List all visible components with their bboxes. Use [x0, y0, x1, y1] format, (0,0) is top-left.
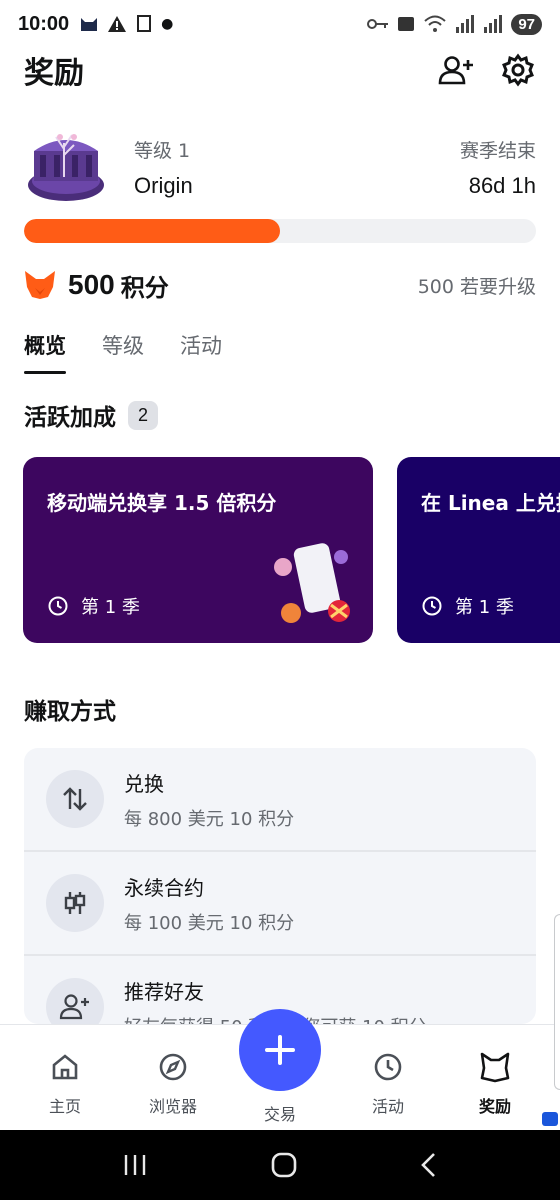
signal-icon [456, 15, 475, 33]
trade-button[interactable] [239, 1009, 321, 1091]
active-boosts-title: 活跃加成 [24, 405, 116, 431]
earn-item-icon [46, 770, 104, 828]
earn-item-desc: 每 800 美元 10 积分 [124, 808, 295, 830]
boost-card-title: 移动端兑换享 1.5 倍积分 [47, 491, 277, 515]
dot-icon: ● [161, 16, 174, 32]
compass-icon [159, 1053, 187, 1081]
level-artwork [28, 134, 104, 201]
add-user-icon [438, 56, 473, 85]
nav-rewards[interactable]: 奖励 [450, 1051, 540, 1117]
earn-item-icon [46, 874, 104, 932]
swap-icon [63, 787, 87, 811]
earn-item-title: 推荐好友 [124, 979, 204, 1004]
boost-card-season-label: 第 1 季 [81, 597, 140, 618]
add-friend-button[interactable] [438, 52, 474, 88]
points-unit: 积分 [120, 273, 169, 302]
earn-item-title: 兑换 [124, 771, 164, 796]
fox-icon [25, 271, 55, 299]
warning-icon [108, 16, 127, 32]
tab-levels[interactable]: 等级 [102, 330, 144, 374]
nav-browser-label: 浏览器 [148, 1097, 197, 1116]
ways-to-earn-title: 赚取方式 [24, 699, 116, 725]
status-time: 10:00 [18, 12, 70, 35]
level-name: Origin [134, 172, 193, 198]
candlestick-icon [64, 892, 86, 914]
key-icon [367, 19, 389, 29]
tab-overview[interactable]: 概览 [24, 330, 66, 374]
earn-item-desc: 每 100 美元 10 积分 [124, 912, 295, 934]
nav-activity-label: 活动 [371, 1097, 404, 1116]
boost-card-season: 第 1 季 [47, 593, 140, 619]
home-button-icon[interactable] [271, 1152, 297, 1178]
boost-card-season: 第 1 季 [421, 593, 514, 619]
active-boosts-count: 2 [128, 400, 159, 430]
gear-icon [502, 53, 534, 87]
clock-icon [422, 596, 442, 616]
settings-button[interactable] [500, 52, 536, 88]
nav-activity[interactable]: 活动 [343, 1051, 433, 1117]
edge-panel-handle[interactable] [554, 914, 560, 1090]
boost-card-title: 在 Linea 上兑换 [421, 491, 560, 515]
level-progress-bar [24, 219, 536, 243]
wifi-icon [424, 15, 446, 32]
page-header: 奖励 [0, 40, 560, 100]
earn-item-icon [46, 978, 104, 1024]
plus-icon [265, 1035, 295, 1065]
points-row: 500 积分 500 若要升级 [24, 262, 536, 308]
screenshot-icon [137, 15, 152, 32]
phone-gift-illustration [274, 543, 350, 623]
level-label: 等级 1 [134, 139, 191, 162]
season-remaining: 86d 1h [468, 172, 536, 198]
boost-card-season-label: 第 1 季 [455, 597, 514, 618]
fox-outline-icon [480, 1052, 510, 1083]
boost-card[interactable]: 移动端兑换享 1.5 倍积分 第 1 季 [23, 457, 373, 643]
season-end-label: 赛季结束 [459, 139, 536, 162]
upload-box-icon [398, 17, 415, 31]
page-title: 奖励 [24, 56, 84, 91]
system-navigation-bar [0, 1130, 560, 1200]
active-boosts-header: 活跃加成 2 [24, 398, 159, 432]
recent-apps-icon[interactable] [122, 1153, 148, 1177]
battery-level: 97 [511, 13, 542, 35]
home-icon [52, 1054, 78, 1080]
points-to-next-level: 500 若要升级 [417, 275, 536, 298]
rewards-tabs: 概览 等级 活动 [24, 330, 222, 374]
clock-icon [48, 596, 68, 616]
ways-to-earn-list: 兑换 每 800 美元 10 积分 永续合约 每 100 美元 10 积分 推荐… [24, 748, 536, 1024]
nav-home[interactable]: 主页 [20, 1051, 110, 1117]
level-summary: 等级 1 Origin 赛季结束 86d 1h [24, 122, 536, 212]
bottom-navigation: 主页 浏览器 交易 活动 奖励 [0, 1009, 560, 1130]
signal-icon-2 [484, 15, 503, 33]
clock-icon [374, 1053, 402, 1081]
add-user-icon [59, 994, 89, 1020]
points-value: 500 [68, 269, 115, 300]
earn-item-title: 永续合约 [124, 875, 204, 900]
boost-card[interactable]: 在 Linea 上兑换 第 1 季 [397, 457, 560, 643]
nav-home-label: 主页 [48, 1097, 81, 1116]
nav-trade-label: 交易 [263, 1105, 296, 1124]
upload-badge-icon [542, 1112, 558, 1126]
earn-item-perps[interactable]: 永续合约 每 100 美元 10 积分 [24, 852, 536, 956]
tab-activity[interactable]: 活动 [180, 330, 222, 374]
earn-item-swap[interactable]: 兑换 每 800 美元 10 积分 [24, 748, 536, 852]
nav-rewards-label: 奖励 [478, 1097, 511, 1116]
level-progress-fill [24, 219, 280, 243]
cat-app-icon [81, 18, 98, 31]
nav-browser[interactable]: 浏览器 [128, 1051, 218, 1117]
back-icon[interactable] [420, 1152, 438, 1178]
